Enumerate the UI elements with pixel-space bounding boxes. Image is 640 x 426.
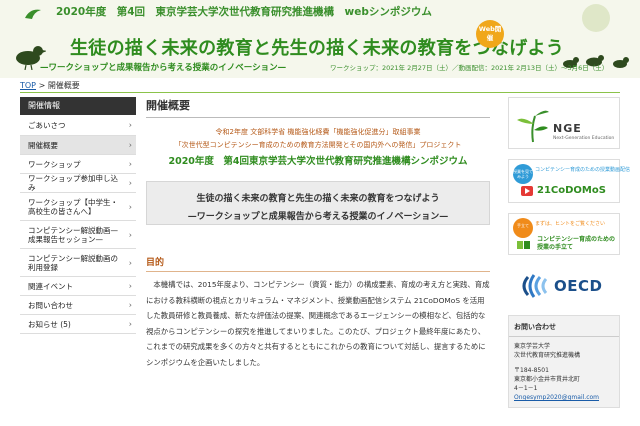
nge-banner[interactable]: NGE Next-Generation Education <box>508 97 620 149</box>
book-icon <box>517 241 530 249</box>
handbook-note: まずは、ヒントをご覧ください <box>535 221 606 227</box>
sidebar-item-greeting[interactable]: ごあいさつ › <box>20 115 136 136</box>
sidebar-item-related-events[interactable]: 関連イベント › <box>20 277 136 296</box>
contact-body: 東京学芸大学 次世代教育研究推進機構 〒184-8501 東京都小金井市貫井北町… <box>509 337 619 407</box>
right-column: NGE Next-Generation Education 授業を見てみよう コ… <box>508 97 630 408</box>
codomos-note: コンピテンシー育成のための授業動画配信 <box>535 167 631 173</box>
sidebar-item-label: ワークショップ <box>28 159 81 169</box>
main-content: 開催概要 令和2年度 文部科学省 機能強化経費「機能強化促進分」取組事業 「次世… <box>146 97 490 367</box>
handbook-tag: 手立て <box>513 218 533 238</box>
chevron-right-icon: › <box>128 258 132 267</box>
sidebar-item-overview[interactable]: 開催概要 › <box>20 136 136 155</box>
play-icon <box>521 186 533 196</box>
lead-symposium-title: 2020年度 第4回東京学芸大学次世代教育研究推進機構シンポジウム <box>168 156 468 167</box>
breadcrumb-current: 開催概要 <box>47 81 80 90</box>
contact-heading: お問い合わせ <box>509 316 619 337</box>
sidebar-item-label: お問い合わせ <box>28 300 73 310</box>
sidebar-item-label: ワークショップ【中学生・高校生の皆さんへ】 <box>28 197 118 216</box>
oecd-label: OECD <box>554 277 603 295</box>
sidebar-item-workshop[interactable]: ワークショップ › <box>20 155 136 174</box>
oecd-logo-icon <box>522 274 548 298</box>
theme-box: 生徒の描く未来の教育と先生の描く未来の教育をつなげよう —ワークショップと成果報… <box>146 181 490 225</box>
nge-title: NGE <box>553 122 582 135</box>
sidebar-item-label: 開催概要 <box>28 140 58 150</box>
chevron-right-icon: › <box>128 140 132 150</box>
lead-project-line: 「次世代型コンピテンシー育成のための教育方法開発とその国内外への発信」プロジェク… <box>174 141 462 149</box>
chevron-right-icon: › <box>128 319 132 329</box>
header-dates: ワークショップ：2021年 2月27日（土）／動画配信：2021年 2月13日（… <box>330 64 609 72</box>
contact-address-2: 4－1－1 <box>514 385 538 392</box>
codomos-tag: 授業を見てみよう <box>513 164 533 184</box>
contact-email-link[interactable]: Ongesymp2020@gmail.com <box>514 393 614 402</box>
sidebar-item-competency-video[interactable]: コンピテンシー解説動画—成果報告セッション— › <box>20 221 136 249</box>
contact-dept: 次世代教育研究推進機構 <box>514 352 581 359</box>
header-subtitle: —ワークショップと成果報告から考える授業のイノベーション— <box>40 63 287 73</box>
sidebar-nav: 開催情報 ごあいさつ › 開催概要 › ワークショップ › ワークショップ参加申… <box>20 97 136 334</box>
tree-icon <box>582 4 610 32</box>
chevron-right-icon: › <box>128 281 132 291</box>
codomos-banner[interactable]: 授業を見てみよう コンピテンシー育成のための授業動画配信 21CoDOMoS <box>508 159 630 203</box>
chevron-right-icon: › <box>128 178 132 188</box>
page-title: 開催概要 <box>146 97 490 118</box>
web-badge: Web開催 <box>476 20 504 48</box>
nge-leaf-icon <box>25 9 41 19</box>
contact-address: 東京都小金井市貫井北町 <box>514 376 581 383</box>
handbook-title: コンピテンシー育成のための授業の手立て <box>537 236 616 251</box>
chevron-right-icon: › <box>128 230 132 239</box>
sidebar-item-contact[interactable]: お問い合わせ › <box>20 296 136 315</box>
breadcrumb-home-link[interactable]: TOP <box>20 81 36 90</box>
sidebar-item-video-registration[interactable]: コンピテンシー解説動画の利用登録 › <box>20 249 136 277</box>
sidebar-item-news[interactable]: お知らせ (5) › <box>20 315 136 334</box>
sidebar-item-label: 関連イベント <box>28 281 73 291</box>
chevron-right-icon: › <box>128 202 132 211</box>
site-header: 2020年度 第4回 東京学芸大学次世代教育研究推進機構 webシンポジウム 生… <box>0 0 640 78</box>
sidebar-item-label: ごあいさつ <box>28 120 66 130</box>
sidebar-item-label: ワークショップ参加申し込み <box>28 174 118 192</box>
theme-subline: —ワークショップと成果報告から考える授業のイノベーション— <box>187 212 449 222</box>
nge-logo-icon <box>517 110 549 143</box>
chevron-right-icon: › <box>128 159 132 169</box>
sidebar-item-workshop-signup[interactable]: ワークショップ参加申し込み › <box>20 174 136 193</box>
sidebar-heading: 開催情報 <box>20 97 136 115</box>
codomos-title: 21CoDOMoS <box>537 185 606 196</box>
sidebar-item-label: コンピテンシー解説動画の利用登録 <box>28 253 118 272</box>
chevron-right-icon: › <box>128 120 132 130</box>
contact-zip: 〒184-8501 <box>514 367 549 374</box>
chevron-right-icon: › <box>128 300 132 310</box>
purpose-body: 本機構では、2015年度より、コンピテンシー（資質・能力）の構成要素、育成の考え… <box>146 280 490 367</box>
contact-box: お問い合わせ 東京学芸大学 次世代教育研究推進機構 〒184-8501 東京都小… <box>508 315 620 408</box>
breadcrumb: TOP > 開催概要 <box>20 80 80 91</box>
breadcrumb-separator: > <box>38 81 46 90</box>
lead-funding-line: 令和2年度 文部科学省 機能強化経費「機能強化促進分」取組事業 <box>215 128 421 136</box>
sidebar-item-label: コンピテンシー解説動画—成果報告セッション— <box>28 225 118 244</box>
sidebar-item-workshop-students[interactable]: ワークショップ【中学生・高校生の皆さんへ】 › <box>20 193 136 221</box>
purpose-heading: 目的 <box>146 255 490 272</box>
nge-caption: Next-Generation Education <box>553 136 615 141</box>
contact-org: 東京学芸大学 <box>514 343 551 350</box>
header-event-line: 2020年度 第4回 東京学芸大学次世代教育研究推進機構 webシンポジウム <box>56 6 432 18</box>
oecd-banner[interactable]: OECD <box>508 267 620 305</box>
theme-line: 生徒の描く未来の教育と先生の描く未来の教育をつなげよう <box>196 194 440 204</box>
sidebar-item-label: お知らせ (5) <box>28 319 71 329</box>
handbook-banner[interactable]: 手立て まずは、ヒントをご覧ください コンピテンシー育成のための授業の手立て <box>508 213 620 255</box>
breadcrumb-divider <box>20 92 620 93</box>
